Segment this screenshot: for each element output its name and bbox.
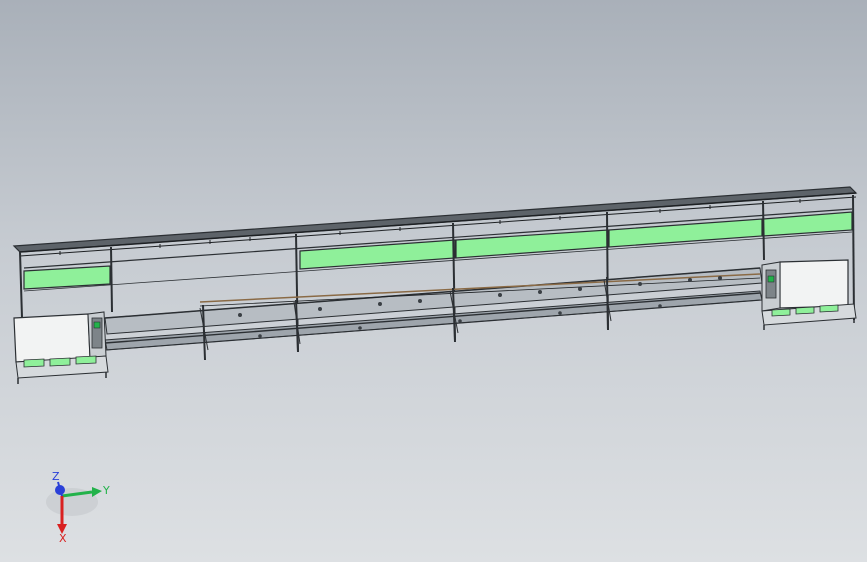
orientation-triad[interactable]: Z Y X — [40, 462, 120, 544]
right-station — [761, 259, 857, 330]
y-axis-arrow — [92, 487, 102, 497]
x-axis-label: X — [59, 532, 67, 544]
right-cabinet — [779, 259, 849, 309]
left-station — [13, 311, 109, 384]
lower-conveyor — [104, 267, 763, 361]
z-axis-label: Z — [52, 470, 60, 483]
cad-viewport[interactable] — [0, 0, 867, 562]
y-axis-label: Y — [102, 484, 110, 497]
green-panel-3 — [455, 229, 609, 259]
green-panel-4 — [608, 218, 763, 248]
left-cabinet — [13, 313, 91, 363]
z-axis-ball — [55, 485, 65, 495]
green-panel-2 — [299, 239, 456, 270]
green-panel-5 — [762, 211, 853, 237]
